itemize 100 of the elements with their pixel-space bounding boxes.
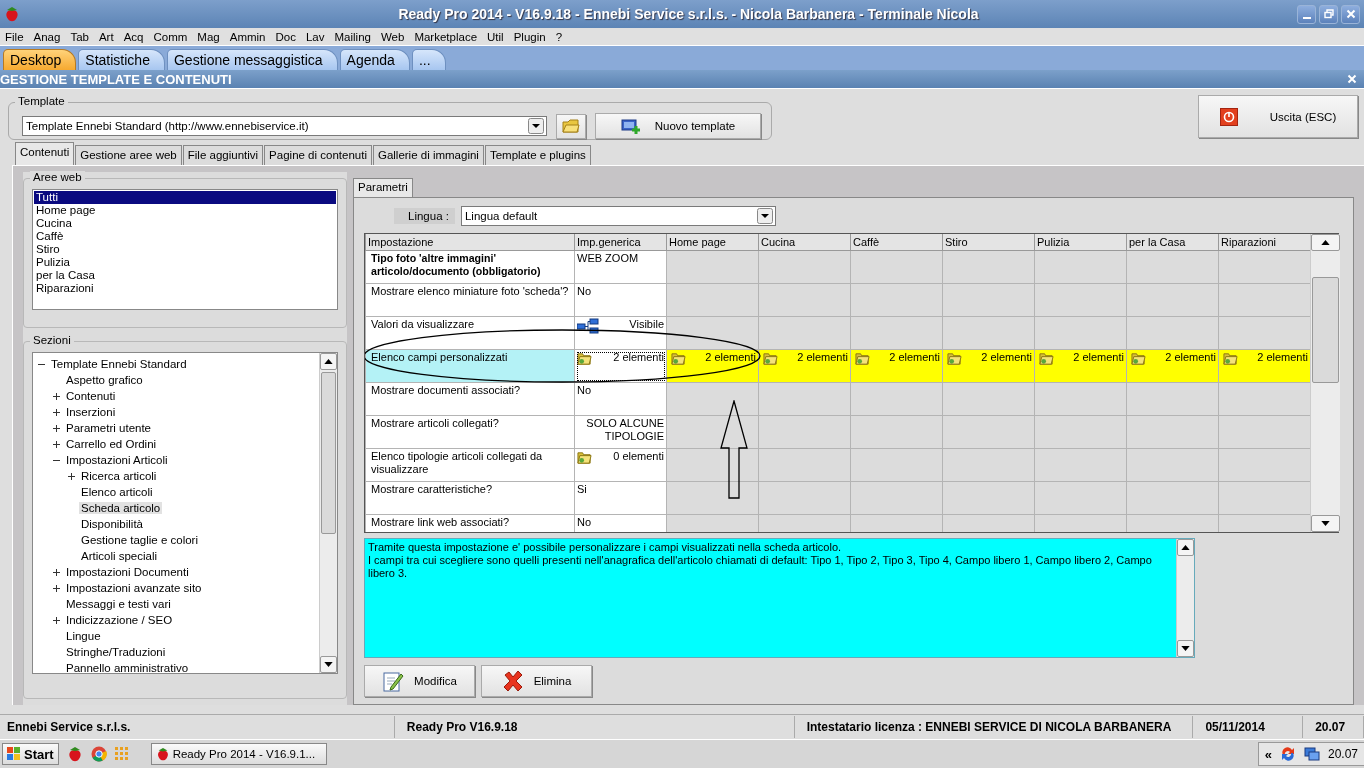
expand-icon[interactable] [67, 471, 76, 481]
menu-item[interactable]: Anag [33, 30, 61, 43]
column-header[interactable]: Home page [666, 234, 759, 251]
menu-item[interactable]: Mailing [334, 30, 371, 43]
menu-item[interactable]: Tab [70, 30, 89, 43]
menu-item[interactable]: Mag [197, 30, 220, 43]
scrollbar-thumb[interactable] [321, 372, 336, 534]
scroll-up-button[interactable] [320, 353, 337, 370]
menu-item[interactable]: Lav [305, 30, 325, 43]
open-folder-button[interactable] [556, 113, 586, 139]
expand-icon[interactable] [52, 583, 61, 593]
column-header[interactable]: Cucina [758, 234, 851, 251]
tree-item[interactable]: Elenco articoli [79, 486, 155, 498]
tree-item[interactable]: Scheda articolo [79, 502, 163, 514]
tree-item[interactable]: Indicizzazione / SEO [64, 614, 175, 626]
table-cell[interactable]: SOLO ALCUNE TIPOLOGIE [574, 415, 667, 449]
table-cell[interactable]: 2 elementi [758, 349, 851, 383]
menu-item[interactable]: Web [380, 30, 405, 43]
app-tab[interactable]: Desktop [3, 49, 77, 70]
expand-icon[interactable] [52, 423, 61, 433]
list-item[interactable]: Riparazioni [34, 282, 336, 295]
template-dropdown[interactable]: Template Ennebi Standard (http://www.ennebiservice.it) [22, 116, 547, 136]
table-cell[interactable]: 2 elementi [1126, 349, 1219, 383]
table-cell[interactable]: 0 elementi [574, 448, 667, 482]
tree-item[interactable]: Pannello amministrativo [64, 662, 191, 673]
exit-button[interactable]: Uscita (ESC) [1198, 95, 1358, 138]
browser-icon[interactable] [90, 746, 107, 762]
tray-expand-button[interactable]: « [1264, 746, 1272, 762]
menu-item[interactable]: Art [98, 30, 114, 43]
tab[interactable]: Gallerie di immagini [372, 145, 484, 165]
tree-item[interactable]: Template Ennebi Standard [49, 358, 189, 370]
table-cell[interactable]: 2 elementi [850, 349, 943, 383]
tree-item[interactable]: Disponibilità [79, 518, 145, 530]
sync-icon[interactable] [1279, 746, 1296, 762]
menu-item[interactable]: Marketplace [414, 30, 478, 43]
tab[interactable]: File aggiuntivi [182, 145, 264, 165]
list-item[interactable]: Pulizia [34, 256, 336, 269]
list-item[interactable]: Tutti [34, 191, 336, 204]
new-template-button[interactable]: Nuovo template [595, 113, 761, 139]
table-cell[interactable]: 2 elementi [942, 349, 1035, 383]
menu-item[interactable]: Doc [275, 30, 296, 43]
scroll-down-button[interactable] [1311, 515, 1340, 532]
table-cell[interactable]: Si [574, 481, 667, 515]
table-cell[interactable]: 2 elementi [1218, 349, 1310, 383]
expand-icon[interactable] [52, 615, 61, 625]
app-tab[interactable]: Agenda [339, 49, 410, 70]
menu-item[interactable]: Plugin [513, 30, 546, 43]
tree-item[interactable]: Contenuti [64, 390, 118, 402]
minimize-button[interactable] [1297, 4, 1316, 24]
tree-item[interactable]: Inserzioni [64, 406, 118, 418]
table-cell[interactable]: No [574, 382, 667, 416]
close-button[interactable] [1341, 4, 1360, 24]
network-icon[interactable] [1303, 746, 1320, 762]
tree-item[interactable]: Aspetto grafico [64, 374, 145, 386]
tree-item[interactable]: Lingue [64, 630, 103, 642]
app-tab[interactable]: Gestione messaggistica [166, 49, 338, 70]
tab[interactable]: Contenuti [15, 142, 75, 165]
column-header[interactable]: Caffè [850, 234, 943, 251]
scroll-down-button[interactable] [320, 656, 337, 673]
scrollbar-thumb[interactable] [1312, 277, 1339, 383]
tab[interactable]: Pagine di contenuti [264, 145, 372, 165]
list-item[interactable]: Home page [34, 204, 336, 217]
column-header[interactable]: Pulizia [1034, 234, 1127, 251]
tab[interactable]: Template e plugins [484, 145, 591, 165]
table-cell[interactable]: No [574, 283, 667, 317]
menu-item[interactable]: Ammin [229, 30, 266, 43]
scroll-up-button[interactable] [1311, 234, 1340, 251]
taskbar-window-button[interactable]: Ready Pro 2014 - V16.9.1... [150, 743, 327, 765]
menu-item[interactable]: ? [555, 30, 563, 43]
list-item[interactable]: Stiro [34, 243, 336, 256]
tab[interactable]: Parametri [353, 178, 413, 197]
column-header[interactable]: per la Casa [1126, 234, 1219, 251]
tree-item[interactable]: Parametri utente [64, 422, 153, 434]
app-tab[interactable]: ... [411, 49, 446, 70]
list-item[interactable]: Cucina [34, 217, 336, 230]
list-item[interactable]: per la Casa [34, 269, 336, 282]
expand-icon[interactable] [52, 439, 61, 449]
tree-item[interactable]: Carrello ed Ordini [64, 438, 159, 450]
delete-button[interactable]: Elimina [481, 665, 592, 697]
start-button[interactable]: Start [2, 743, 59, 765]
tree-item[interactable]: Gestione taglie e colori [79, 534, 200, 546]
menu-item[interactable]: Acq [123, 30, 144, 43]
expand-icon[interactable] [52, 407, 61, 417]
table-cell[interactable]: WEB ZOOM [574, 250, 667, 284]
column-header[interactable]: Imp.generica [574, 234, 667, 251]
expand-icon[interactable] [52, 391, 61, 401]
tree-item[interactable]: Impostazioni Articoli [64, 454, 170, 466]
scroll-down-button[interactable] [1177, 640, 1194, 657]
language-dropdown[interactable]: Lingua default [460, 206, 776, 226]
column-header[interactable]: Riparazioni [1218, 234, 1310, 251]
edit-button[interactable]: Modifica [364, 665, 475, 697]
column-header[interactable]: Impostazione [365, 234, 575, 251]
tab[interactable]: Gestione aree web [75, 145, 182, 165]
table-cell[interactable]: 2 elementi [1034, 349, 1127, 383]
column-header[interactable]: Stiro [942, 234, 1035, 251]
close-icon[interactable] [1347, 74, 1357, 84]
tree-item[interactable]: Impostazioni Documenti [64, 566, 191, 578]
scroll-up-button[interactable] [1177, 539, 1194, 556]
tree-item[interactable]: Impostazioni avanzate sito [64, 582, 204, 594]
tree-item[interactable]: Messaggi e testi vari [64, 598, 173, 610]
